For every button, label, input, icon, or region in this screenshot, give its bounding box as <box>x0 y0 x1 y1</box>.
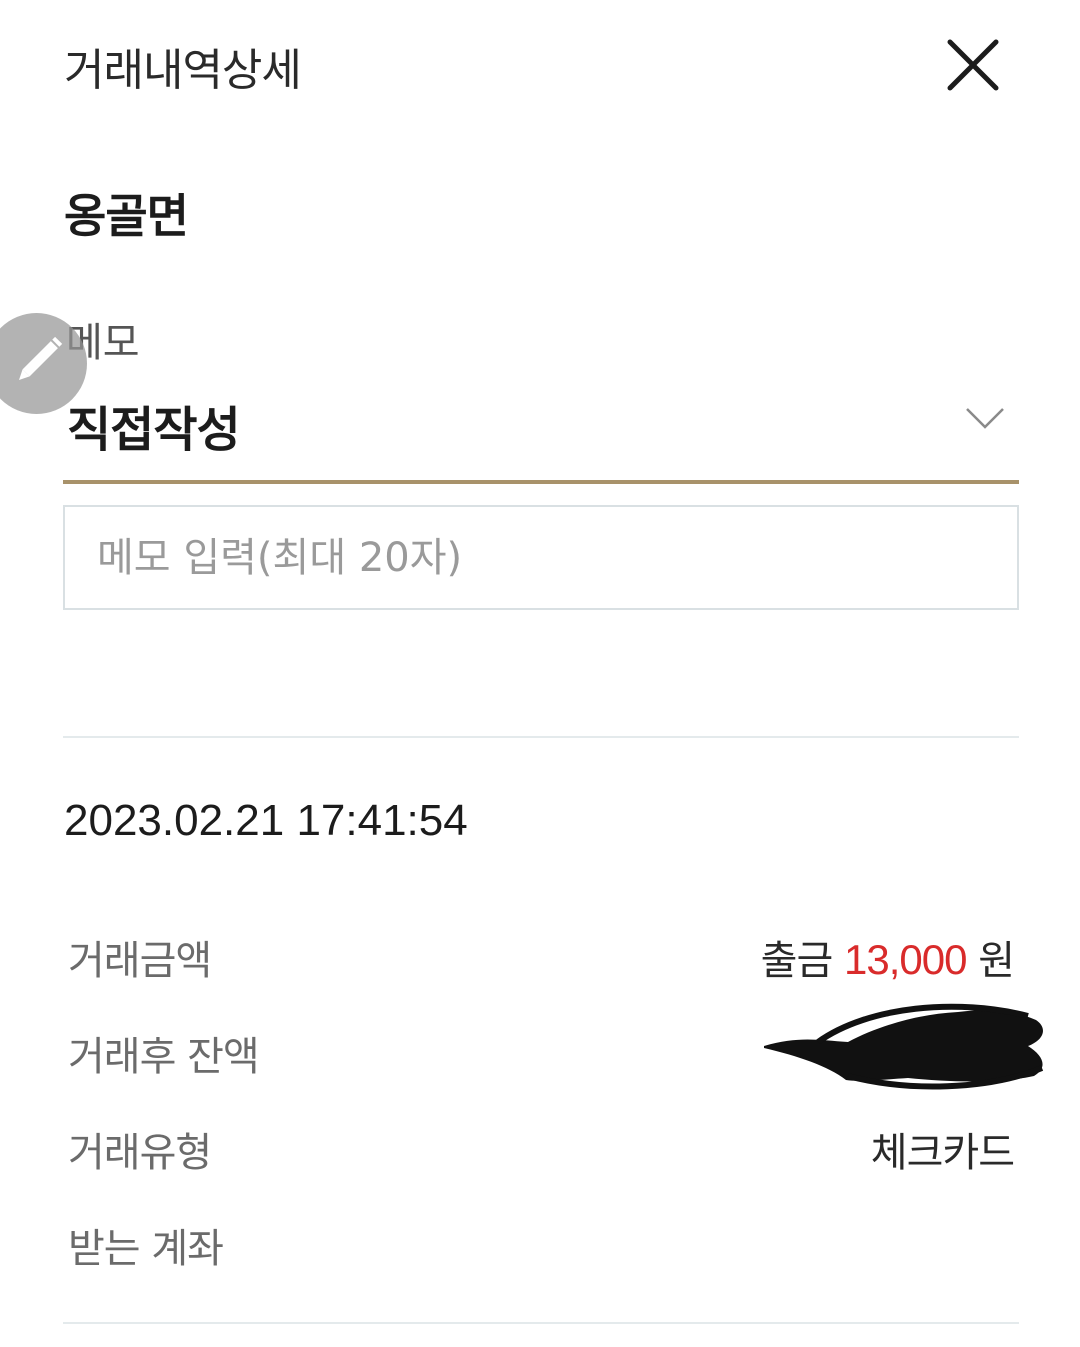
close-icon <box>947 39 999 91</box>
amount-number: 13,000 <box>844 936 967 983</box>
chevron-down-icon <box>966 408 1004 429</box>
receiving-account-label: 받는 계좌 <box>68 1226 224 1272</box>
memo-input[interactable] <box>63 505 1019 610</box>
transaction-type-label: 거래유형 <box>68 1130 212 1176</box>
pencil-icon <box>19 336 63 380</box>
memo-type-select[interactable]: 직접작성 <box>63 380 1019 484</box>
currency-unit: 원 <box>978 938 1015 984</box>
withdrawal-label: 출금 <box>760 938 834 984</box>
divider <box>63 1322 1019 1324</box>
balance-label: 거래후 잔액 <box>68 1034 260 1080</box>
page-title: 거래내역상세 <box>64 45 302 96</box>
transaction-datetime: 2023.02.21 17:41:54 <box>64 796 468 845</box>
close-button[interactable] <box>940 34 1004 98</box>
edit-floating-button[interactable] <box>0 313 87 414</box>
transaction-type-value: 체크카드 <box>870 1130 1015 1176</box>
memo-type-selected-value: 직접작성 <box>67 402 241 458</box>
amount-value: 출금 13,000 원 <box>760 928 1015 986</box>
amount-label: 거래금액 <box>68 938 212 984</box>
divider <box>63 736 1019 738</box>
redaction-scribble <box>764 1003 1044 1090</box>
merchant-name: 옹골면 <box>64 189 189 243</box>
